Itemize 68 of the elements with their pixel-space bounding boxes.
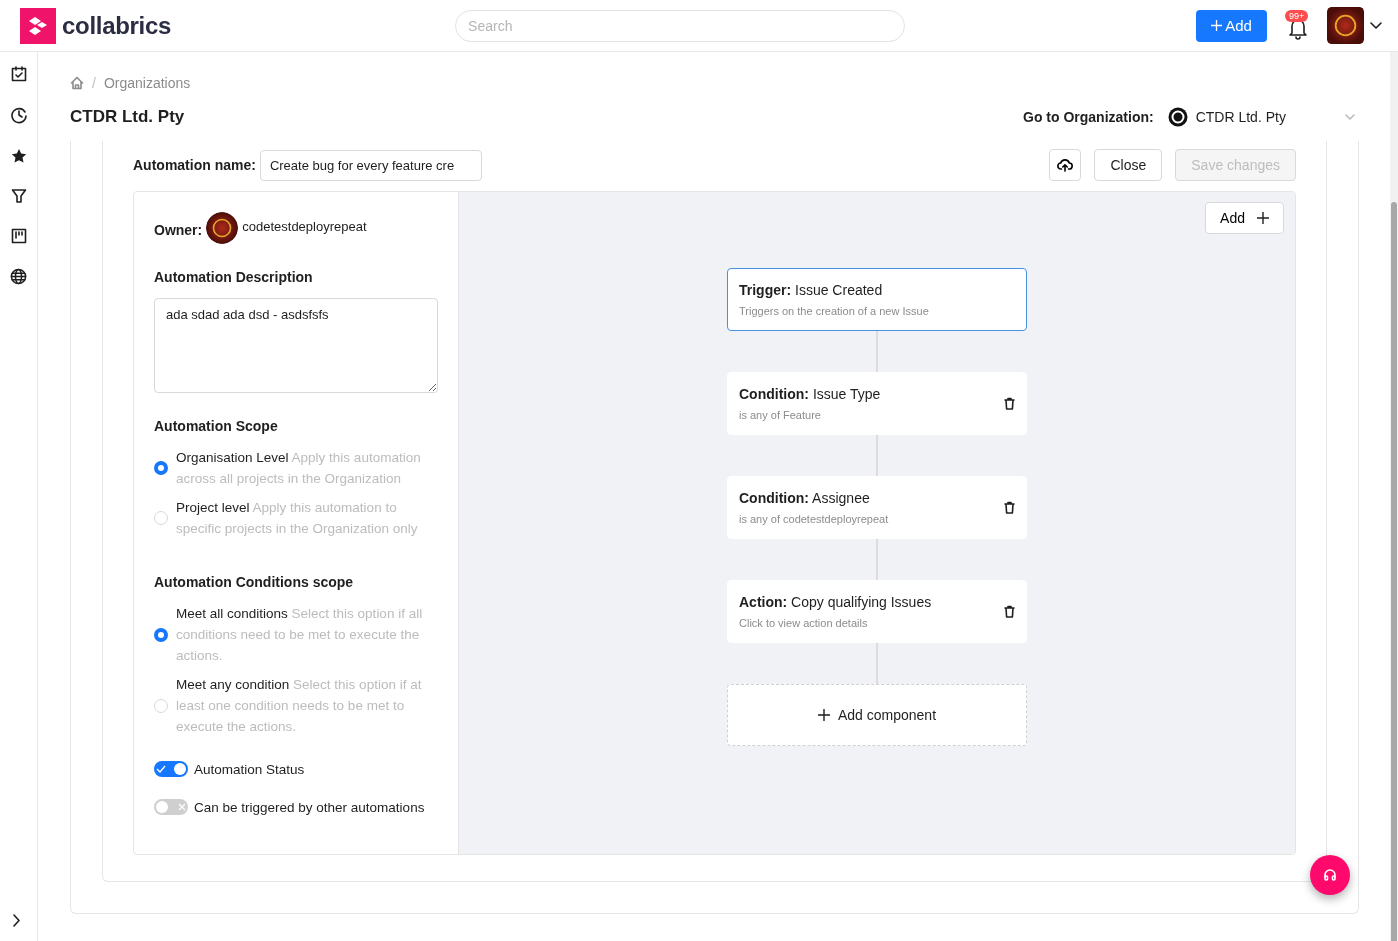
owner-label: Owner: [154,222,203,238]
trigger-node[interactable]: Trigger: Issue Created Triggers on the creation of a new Issue [727,268,1027,331]
section-heading: Automation Conditions scope [154,574,355,590]
condition-node[interactable]: Condition: Assignee is any of codetestdeployrepeat [727,476,1027,539]
add-component-button[interactable]: Add component [727,684,1027,746]
automation-name-field[interactable]: Create bug for every feature cre [259,149,482,181]
node-detail: is any of Feature [739,409,822,421]
radio-button[interactable] [154,461,168,475]
automation-name-label: Automation name: [133,157,256,173]
action-node[interactable]: Action: Copy qualifying Issues Click to view action details [727,580,1027,643]
user-avatar [1327,7,1365,44]
owner-avatar [206,212,239,244]
option-text: Meet any condition Select this option if at least one condition needs to be met to execute the actions. [176,676,423,736]
node-detail: Triggers on the creation of a new Issue [739,305,930,317]
condition-node[interactable]: Condition: Issue Type is any of Feature [727,372,1027,435]
plus-icon [817,709,830,721]
cross-icon [178,803,186,811]
help-button[interactable] [1310,855,1350,895]
chevron-down-icon [1345,114,1355,120]
org-switch-label: Go to Organization: [1023,109,1154,125]
page-title: CTDR Ltd. Pty [70,107,185,127]
logo-text: collabrics [62,11,172,40]
funnel-icon [10,188,27,204]
node-title: Condition: Assignee [739,490,871,506]
scrollbar[interactable] [1390,52,1398,941]
node-detail: is any of codetestdeployrepeat [739,513,890,525]
plus-icon [1211,20,1223,31]
calendar-check-icon [10,66,27,82]
org-select[interactable]: CTDR Ltd. Pty [1163,104,1359,130]
caret-icon [1370,21,1383,30]
description-field[interactable]: ada sdad ada dsd - asdsfsfs [154,298,438,393]
node-title: Condition: Issue Type [739,386,882,402]
option-text: Meet all conditions Select this option if all conditions need to be met to execute the actions. [176,605,424,665]
canvas-add-button[interactable]: Add [1205,202,1284,234]
toggle-switch[interactable] [154,761,188,777]
globe-icon [10,268,27,285]
org-logo-icon [1167,107,1188,127]
section-heading: Automation Description [154,269,314,285]
action-button[interactable]: Close [1094,149,1163,181]
node-detail: Click to view action details [739,617,869,629]
search-field[interactable]: Search [455,9,906,42]
option-text: Organisation Level Apply this automation across all projects in the Organization [176,449,422,488]
section-heading: Automation Scope [154,418,279,434]
headset-icon [1323,868,1337,882]
upload-button[interactable] [1049,149,1082,181]
trash-icon [1004,397,1015,410]
node-title: Trigger: Issue Created [739,282,884,298]
toggle-label: Can be triggered by other automations [194,799,425,815]
toggle-label: Automation Status [194,761,305,777]
cloud-upload-icon [1057,158,1074,172]
add-button[interactable]: Add [1196,9,1268,42]
breadcrumb-separator: / [92,75,96,91]
trash-icon [1004,501,1015,514]
toggle-switch[interactable] [154,799,188,815]
notification-badge: 99+ [1285,9,1309,22]
home-icon [70,76,84,90]
node-title: Action: Copy qualifying Issues [739,594,933,610]
option-text: Project level Apply this automation to specific projects in the Organization only [176,499,419,538]
plus-icon [1257,212,1269,224]
radio-button[interactable] [154,627,168,642]
history-icon [9,106,28,124]
star-icon[interactable] [10,148,27,164]
chevron-right-icon [12,914,21,927]
owner-name: codetestdeployrepeat [242,218,367,234]
check-icon [156,765,166,773]
board-icon [10,228,27,244]
breadcrumb-link[interactable]: Organizations [103,75,191,91]
trash-icon [1004,605,1015,618]
